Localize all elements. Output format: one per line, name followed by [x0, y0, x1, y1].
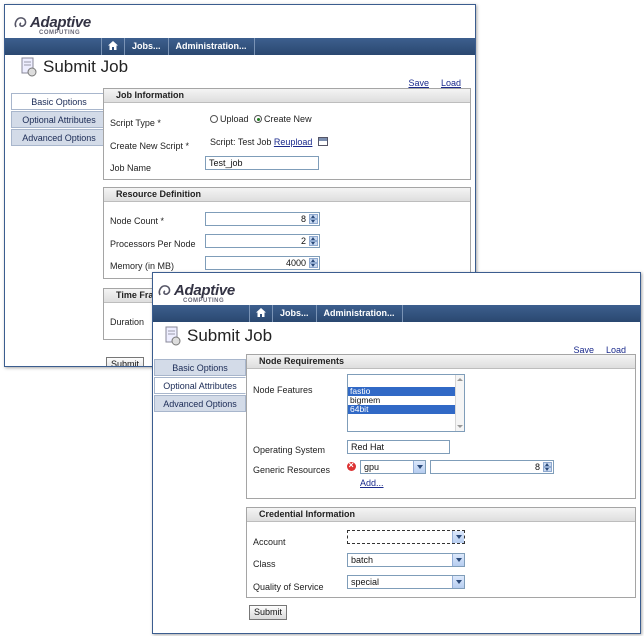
spinner-icon[interactable]: [543, 462, 552, 472]
sidebar-item-basic-options[interactable]: Basic Options: [154, 359, 246, 376]
home-icon: [108, 41, 118, 50]
nav-home[interactable]: [101, 38, 124, 55]
section-heading: Job Information: [104, 89, 470, 103]
page-title: Submit Job: [187, 326, 273, 345]
brand-name: Adaptive: [174, 282, 235, 299]
chevron-down-icon[interactable]: [452, 576, 464, 588]
gres-count-value: 8: [534, 462, 540, 472]
add-gres-link[interactable]: Add...: [360, 478, 384, 488]
spinner-icon[interactable]: [309, 214, 318, 224]
nav-administration[interactable]: Administration...: [167, 38, 255, 55]
sidebar: Basic Options Optional Attributes Advanc…: [11, 93, 107, 147]
spinner-icon[interactable]: [309, 258, 318, 268]
sidebar-item-basic-options[interactable]: Basic Options: [11, 93, 107, 110]
gres-value: gpu: [364, 462, 380, 472]
section-heading: Node Requirements: [247, 355, 635, 369]
node-count-stepper[interactable]: 8: [205, 212, 320, 226]
qos-label: Quality of Service: [253, 582, 324, 592]
class-value: batch: [351, 555, 374, 565]
page-title: Submit Job: [43, 57, 129, 76]
top-navbar: Jobs... Administration...: [5, 38, 475, 55]
qos-value: special: [351, 577, 380, 587]
operating-system-input[interactable]: Red Hat: [347, 440, 450, 454]
ppn-stepper[interactable]: 2: [205, 234, 320, 248]
submit-job-icon: [21, 57, 37, 77]
operating-system-label: Operating System: [253, 445, 326, 455]
upload-radio[interactable]: [210, 115, 218, 123]
node-features-label: Node Features: [253, 385, 313, 395]
class-select[interactable]: batch: [347, 553, 465, 567]
gres-select[interactable]: gpu: [360, 460, 426, 474]
brand-name: Adaptive: [30, 14, 91, 31]
section-heading: Resource Definition: [104, 188, 470, 202]
brand-sub: COMPUTING: [183, 298, 225, 304]
submit-button[interactable]: Submit: [106, 357, 145, 366]
sidebar: Basic Options Optional Attributes Advanc…: [154, 359, 246, 413]
sidebar-item-advanced-options[interactable]: Advanced Options: [11, 129, 107, 146]
node-requirements-section: Node Requirements Node Features fastio b…: [246, 354, 636, 499]
page-header: Submit Job: [21, 57, 128, 77]
create-new-radio[interactable]: [254, 115, 263, 123]
script-value-row: Script: Test Job Reupload: [210, 137, 328, 147]
nav-jobs[interactable]: Jobs...: [272, 305, 316, 322]
remove-icon[interactable]: [347, 460, 356, 471]
brand-sub: COMPUTING: [39, 30, 81, 36]
logo-swirl-icon: [158, 285, 171, 296]
ppn-value: 2: [300, 236, 306, 246]
memory-stepper[interactable]: 4000: [205, 256, 320, 270]
node-count-label: Node Count *: [110, 216, 165, 226]
memory-label: Memory (in MB): [110, 261, 175, 271]
memory-value: 4000: [285, 258, 306, 268]
account-label: Account: [253, 537, 286, 547]
gres-count-stepper[interactable]: 8: [430, 460, 554, 474]
credential-information-section: Credential Information Account Class bat…: [246, 507, 636, 598]
home-icon: [256, 308, 266, 317]
duration-label: Duration: [110, 317, 145, 327]
chevron-down-icon[interactable]: [452, 531, 464, 543]
adaptive-logo: Adaptive COMPUTING: [13, 14, 91, 36]
sidebar-item-advanced-options[interactable]: Advanced Options: [154, 395, 246, 412]
job-information-section: Job Information Script Type * Upload Cre…: [103, 88, 471, 180]
save-link[interactable]: Save: [408, 78, 429, 88]
calendar-icon[interactable]: [317, 137, 328, 146]
nav-home[interactable]: [249, 305, 272, 322]
account-select[interactable]: [347, 530, 465, 544]
submit-job-window-front: Adaptive COMPUTING Jobs... Administratio…: [152, 272, 641, 634]
resource-definition-section: Resource Definition Node Count * 8 Proce…: [103, 187, 471, 279]
load-link[interactable]: Load: [441, 78, 461, 88]
script-type-label: Script Type *: [110, 118, 161, 128]
script-value: Script: Test Job: [210, 137, 272, 147]
page-header: Submit Job: [165, 326, 272, 346]
sidebar-item-optional-attributes[interactable]: Optional Attributes: [154, 377, 246, 394]
save-load-links: Save Load: [408, 78, 461, 88]
upload-label: Upload: [220, 114, 249, 124]
spinner-icon[interactable]: [309, 236, 318, 246]
nav-administration[interactable]: Administration...: [315, 305, 403, 322]
class-label: Class: [253, 559, 276, 569]
submit-job-icon: [165, 326, 181, 346]
sidebar-item-optional-attributes[interactable]: Optional Attributes: [11, 111, 107, 128]
adaptive-logo: Adaptive COMPUTING: [157, 282, 235, 304]
job-name-input[interactable]: Test_job: [205, 156, 319, 170]
submit-button[interactable]: Submit: [249, 605, 288, 620]
logo-swirl-icon: [14, 17, 27, 28]
job-name-label: Job Name: [110, 163, 152, 173]
section-heading: Credential Information: [247, 508, 635, 522]
reupload-link[interactable]: Reupload: [274, 137, 313, 147]
ppn-label: Processors Per Node: [110, 239, 196, 249]
chevron-down-icon[interactable]: [452, 554, 464, 566]
create-script-label: Create New Script *: [110, 141, 190, 151]
node-count-value: 8: [300, 214, 306, 224]
top-navbar: Jobs... Administration...: [153, 305, 640, 322]
script-type-radios: Upload Create New: [210, 114, 312, 124]
nav-jobs[interactable]: Jobs...: [124, 38, 168, 55]
qos-select[interactable]: special: [347, 575, 465, 589]
node-features-listbox[interactable]: fastio bigmem 64bit: [347, 374, 465, 432]
listbox-scrollbar[interactable]: [455, 375, 464, 431]
create-new-label: Create New: [264, 114, 312, 124]
generic-resources-label: Generic Resources: [253, 465, 331, 475]
chevron-down-icon[interactable]: [413, 461, 425, 473]
feature-option-64bit[interactable]: 64bit: [348, 405, 464, 414]
